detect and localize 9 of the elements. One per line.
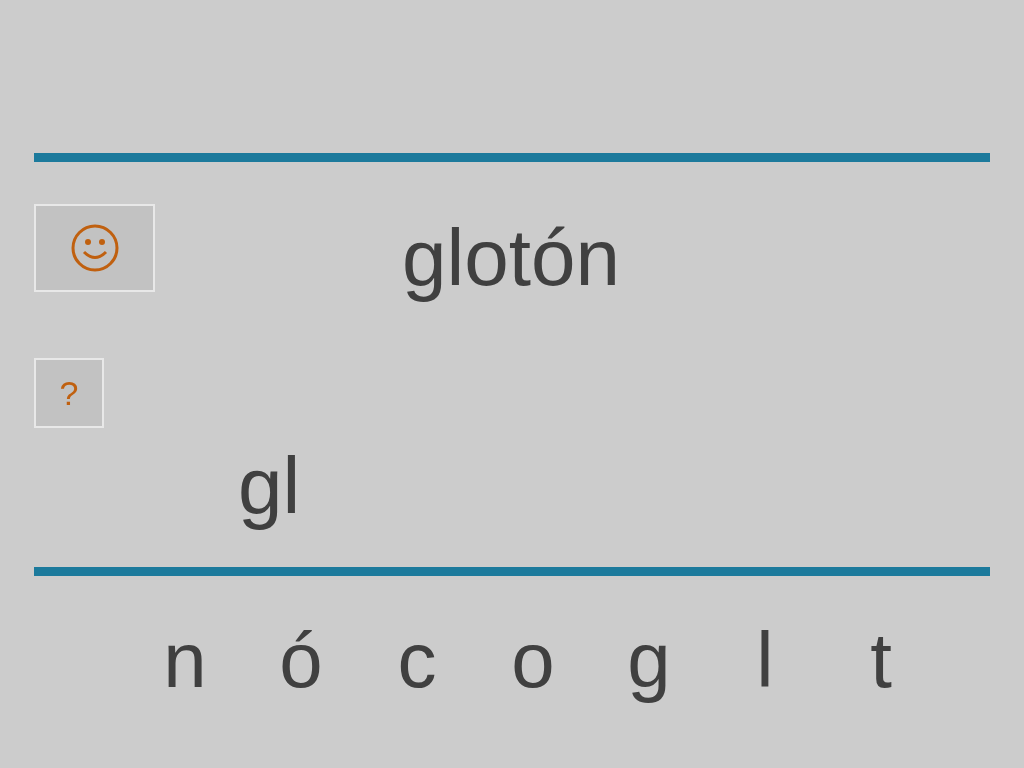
letter-tile[interactable]: c <box>359 621 475 699</box>
letter-tile[interactable]: n <box>127 621 243 699</box>
letter-tile[interactable]: l <box>707 621 823 699</box>
letter-tile[interactable]: t <box>823 621 939 699</box>
letter-tile[interactable]: o <box>475 621 591 699</box>
letter-tile[interactable]: ó <box>243 621 359 699</box>
smiley-icon <box>69 223 120 273</box>
answer-field[interactable]: gl <box>238 438 638 533</box>
smiley-button[interactable] <box>34 204 155 292</box>
